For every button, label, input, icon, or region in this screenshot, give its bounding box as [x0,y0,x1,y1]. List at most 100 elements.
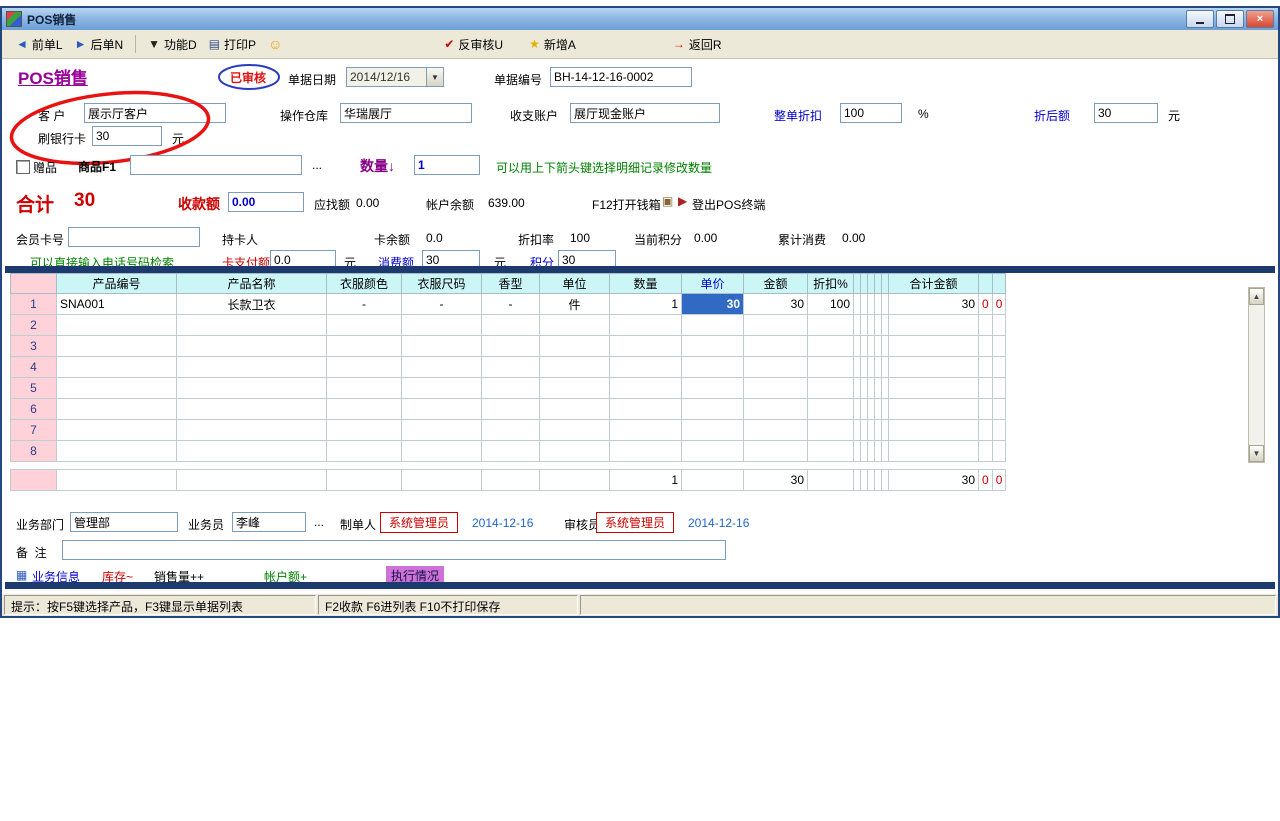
scroll-down-button[interactable]: ▼ [1249,445,1264,462]
table-cell[interactable] [540,399,610,420]
table-cell[interactable] [854,357,861,378]
table-cell[interactable] [402,357,482,378]
table-cell[interactable]: - [402,294,482,315]
logout-pos-link[interactable]: 登出POS终端 [692,196,765,213]
table-cell[interactable] [610,399,682,420]
table-cell[interactable] [875,336,882,357]
table-cell[interactable] [682,315,744,336]
table-cell[interactable] [610,378,682,399]
table-cell[interactable] [327,336,402,357]
table-cell[interactable] [875,294,882,315]
warehouse-input[interactable] [340,103,472,123]
table-cell[interactable] [882,315,889,336]
table-cell[interactable] [854,441,861,462]
table-row[interactable]: 3 [11,336,1006,357]
table-cell[interactable] [889,378,979,399]
table-cell[interactable] [992,315,1006,336]
table-cell[interactable] [882,399,889,420]
table-cell[interactable] [992,420,1006,441]
table-cell[interactable] [808,378,854,399]
salesman-input[interactable] [232,512,306,532]
table-cell[interactable] [327,399,402,420]
function-button[interactable]: ▼ 功能D [142,33,203,56]
table-cell[interactable] [482,378,540,399]
table-cell[interactable] [875,315,882,336]
table-scrollbar[interactable]: ▲ ▼ [1248,287,1265,463]
close-button[interactable]: × [1246,10,1274,28]
table-cell[interactable] [744,336,808,357]
table-cell[interactable] [854,399,861,420]
table-cell[interactable] [744,378,808,399]
table-cell[interactable] [482,336,540,357]
table-cell[interactable] [861,441,868,462]
table-cell[interactable] [402,420,482,441]
table-cell[interactable] [875,420,882,441]
table-row[interactable]: 5 [11,378,1006,399]
scroll-up-button[interactable]: ▲ [1249,288,1264,305]
table-cell[interactable] [875,357,882,378]
table-cell[interactable] [979,315,993,336]
table-cell[interactable] [861,294,868,315]
table-cell[interactable] [808,420,854,441]
table-cell[interactable] [327,420,402,441]
table-cell[interactable]: 0 [992,294,1006,315]
table-row[interactable]: 2 [11,315,1006,336]
table-cell[interactable] [882,336,889,357]
table-cell[interactable] [327,357,402,378]
table-cell[interactable] [482,357,540,378]
table-cell[interactable]: 100 [808,294,854,315]
table-cell[interactable] [744,441,808,462]
table-cell[interactable] [682,336,744,357]
table-cell[interactable] [868,357,875,378]
table-cell[interactable] [327,378,402,399]
table-cell[interactable] [868,378,875,399]
table-cell[interactable]: 30 [889,294,979,315]
gift-checkbox[interactable] [16,160,30,174]
table-cell[interactable] [889,315,979,336]
table-cell[interactable] [482,420,540,441]
table-cell[interactable] [57,399,177,420]
table-cell[interactable] [889,399,979,420]
doc-date-combo[interactable]: 2014/12/16 ▼ [346,67,444,87]
table-cell[interactable] [57,336,177,357]
table-cell[interactable] [868,420,875,441]
table-cell[interactable] [610,357,682,378]
print-settings-button[interactable]: ☺ [262,34,288,54]
table-cell[interactable] [882,420,889,441]
table-cell[interactable] [744,315,808,336]
table-cell[interactable] [889,441,979,462]
table-cell[interactable] [875,378,882,399]
table-cell[interactable] [861,378,868,399]
table-cell[interactable] [979,336,993,357]
table-cell[interactable] [57,441,177,462]
qty-input[interactable] [414,155,480,175]
table-cell[interactable] [875,441,882,462]
table-cell[interactable] [540,336,610,357]
dept-input[interactable] [70,512,178,532]
salesman-more-button[interactable]: ... [314,515,324,529]
table-cell[interactable]: SNA001 [57,294,177,315]
table-cell[interactable] [861,357,868,378]
table-cell[interactable] [177,441,327,462]
return-button[interactable]: → 返回R [667,33,728,56]
table-cell[interactable] [808,336,854,357]
table-cell[interactable] [808,357,854,378]
table-cell[interactable] [540,357,610,378]
table-cell[interactable] [854,420,861,441]
table-cell[interactable] [882,294,889,315]
table-cell[interactable] [177,357,327,378]
table-cell[interactable] [854,378,861,399]
print-button[interactable]: ▤ 打印P [203,33,262,56]
table-cell[interactable] [861,315,868,336]
table-cell[interactable] [868,315,875,336]
table-cell[interactable] [482,399,540,420]
table-row[interactable]: 1SNA001长款卫衣---件130301003000 [11,294,1006,315]
table-cell[interactable] [402,315,482,336]
table-cell[interactable] [744,420,808,441]
next-doc-button[interactable]: ► 后单N [69,33,130,56]
table-cell[interactable] [682,441,744,462]
customer-input[interactable] [84,103,226,123]
table-cell[interactable] [540,441,610,462]
table-cell[interactable] [882,357,889,378]
member-card-input[interactable] [68,227,200,247]
